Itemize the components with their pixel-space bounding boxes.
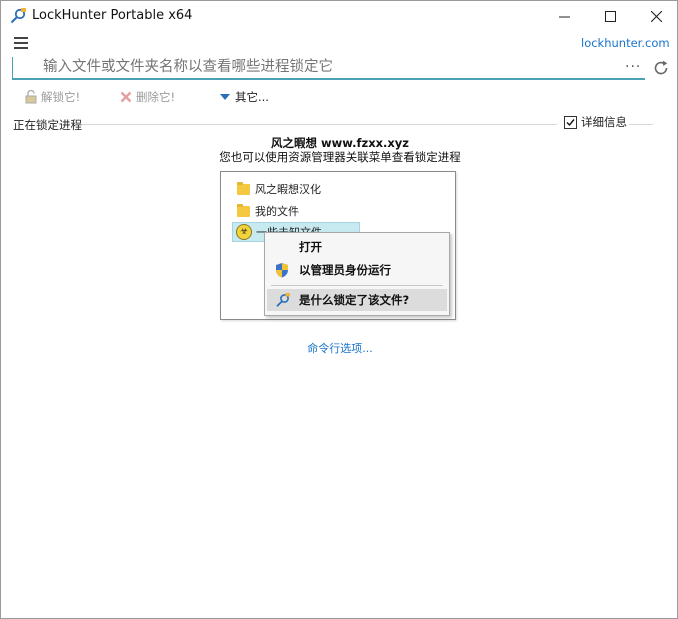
folder-icon: [237, 181, 250, 195]
unlock-button[interactable]: 解锁它!: [25, 88, 80, 106]
window-title: LockHunter Portable x64: [32, 8, 193, 23]
command-line-options-label[interactable]: 命令行选项...: [307, 342, 373, 355]
demo-folder-name: 风之暇想汉化: [255, 183, 321, 196]
unlock-label: 解锁它!: [41, 90, 81, 104]
explorer-context-menu-illustration: 风之暇想汉化 我的文件 ☣ 一些未知文件... 打开 以管理员身份运行: [220, 171, 456, 320]
search-box: ···: [12, 57, 645, 80]
folder-icon: [237, 203, 250, 217]
maximize-button[interactable]: [587, 1, 633, 32]
biohazard-icon: ☣: [236, 224, 252, 240]
delete-label: 删除它!: [136, 90, 176, 104]
demo-folder-row: 我的文件: [237, 202, 299, 220]
uac-shield-icon: [276, 263, 288, 278]
lock-icon: [25, 90, 37, 104]
details-toggle[interactable]: 详细信息: [564, 114, 627, 130]
lockhunter-menu-icon: [276, 293, 290, 307]
demo-context-menu: 打开 以管理员身份运行 是什么锁定了该文件?: [264, 232, 450, 316]
demo-menu-run-as-admin: 以管理员身份运行: [265, 259, 449, 281]
section-divider-right: [629, 124, 653, 125]
dropdown-arrow-icon: [220, 94, 230, 100]
close-button[interactable]: [633, 1, 678, 32]
promo-subtitle: 您也可以使用资源管理器关联菜单查看锁定进程: [219, 150, 461, 164]
minimize-button[interactable]: [541, 1, 587, 32]
website-link[interactable]: lockhunter.com: [581, 36, 670, 50]
demo-menu-open: 打开: [265, 236, 449, 258]
browse-more-button[interactable]: ···: [625, 59, 641, 75]
app-window: LockHunter Portable x64 lockhunter.com ·…: [0, 0, 678, 619]
minimize-icon: [558, 16, 570, 18]
details-checkbox[interactable]: [564, 115, 577, 129]
delete-x-icon: [120, 91, 132, 103]
close-icon: [650, 11, 662, 22]
demo-menu-what-locks: 是什么锁定了该文件?: [267, 289, 447, 311]
delete-button[interactable]: 删除它!: [120, 88, 175, 106]
hamburger-icon[interactable]: [14, 37, 28, 49]
demo-menu-open-label: 打开: [299, 240, 322, 254]
demo-menu-run-as-admin-label: 以管理员身份运行: [299, 263, 391, 277]
search-input[interactable]: [43, 57, 603, 77]
details-label: 详细信息: [581, 115, 627, 129]
checkmark-icon: [566, 118, 575, 126]
locking-processes-label: 正在锁定进程: [13, 118, 82, 132]
title-bar: LockHunter Portable x64: [1, 1, 677, 32]
demo-folder-row: 风之暇想汉化: [237, 180, 321, 198]
section-divider: [81, 124, 557, 125]
refresh-icon[interactable]: [652, 59, 670, 77]
other-actions-button[interactable]: 其它...: [219, 88, 269, 106]
demo-folder-name: 我的文件: [255, 205, 299, 218]
demo-menu-what-locks-label: 是什么锁定了该文件?: [299, 293, 410, 307]
menu-separator: [271, 285, 443, 286]
command-line-options-link[interactable]: 命令行选项...: [1, 340, 678, 356]
lockhunter-app-icon: [10, 8, 26, 24]
maximize-icon: [604, 11, 616, 22]
other-actions-label: 其它...: [235, 90, 269, 104]
